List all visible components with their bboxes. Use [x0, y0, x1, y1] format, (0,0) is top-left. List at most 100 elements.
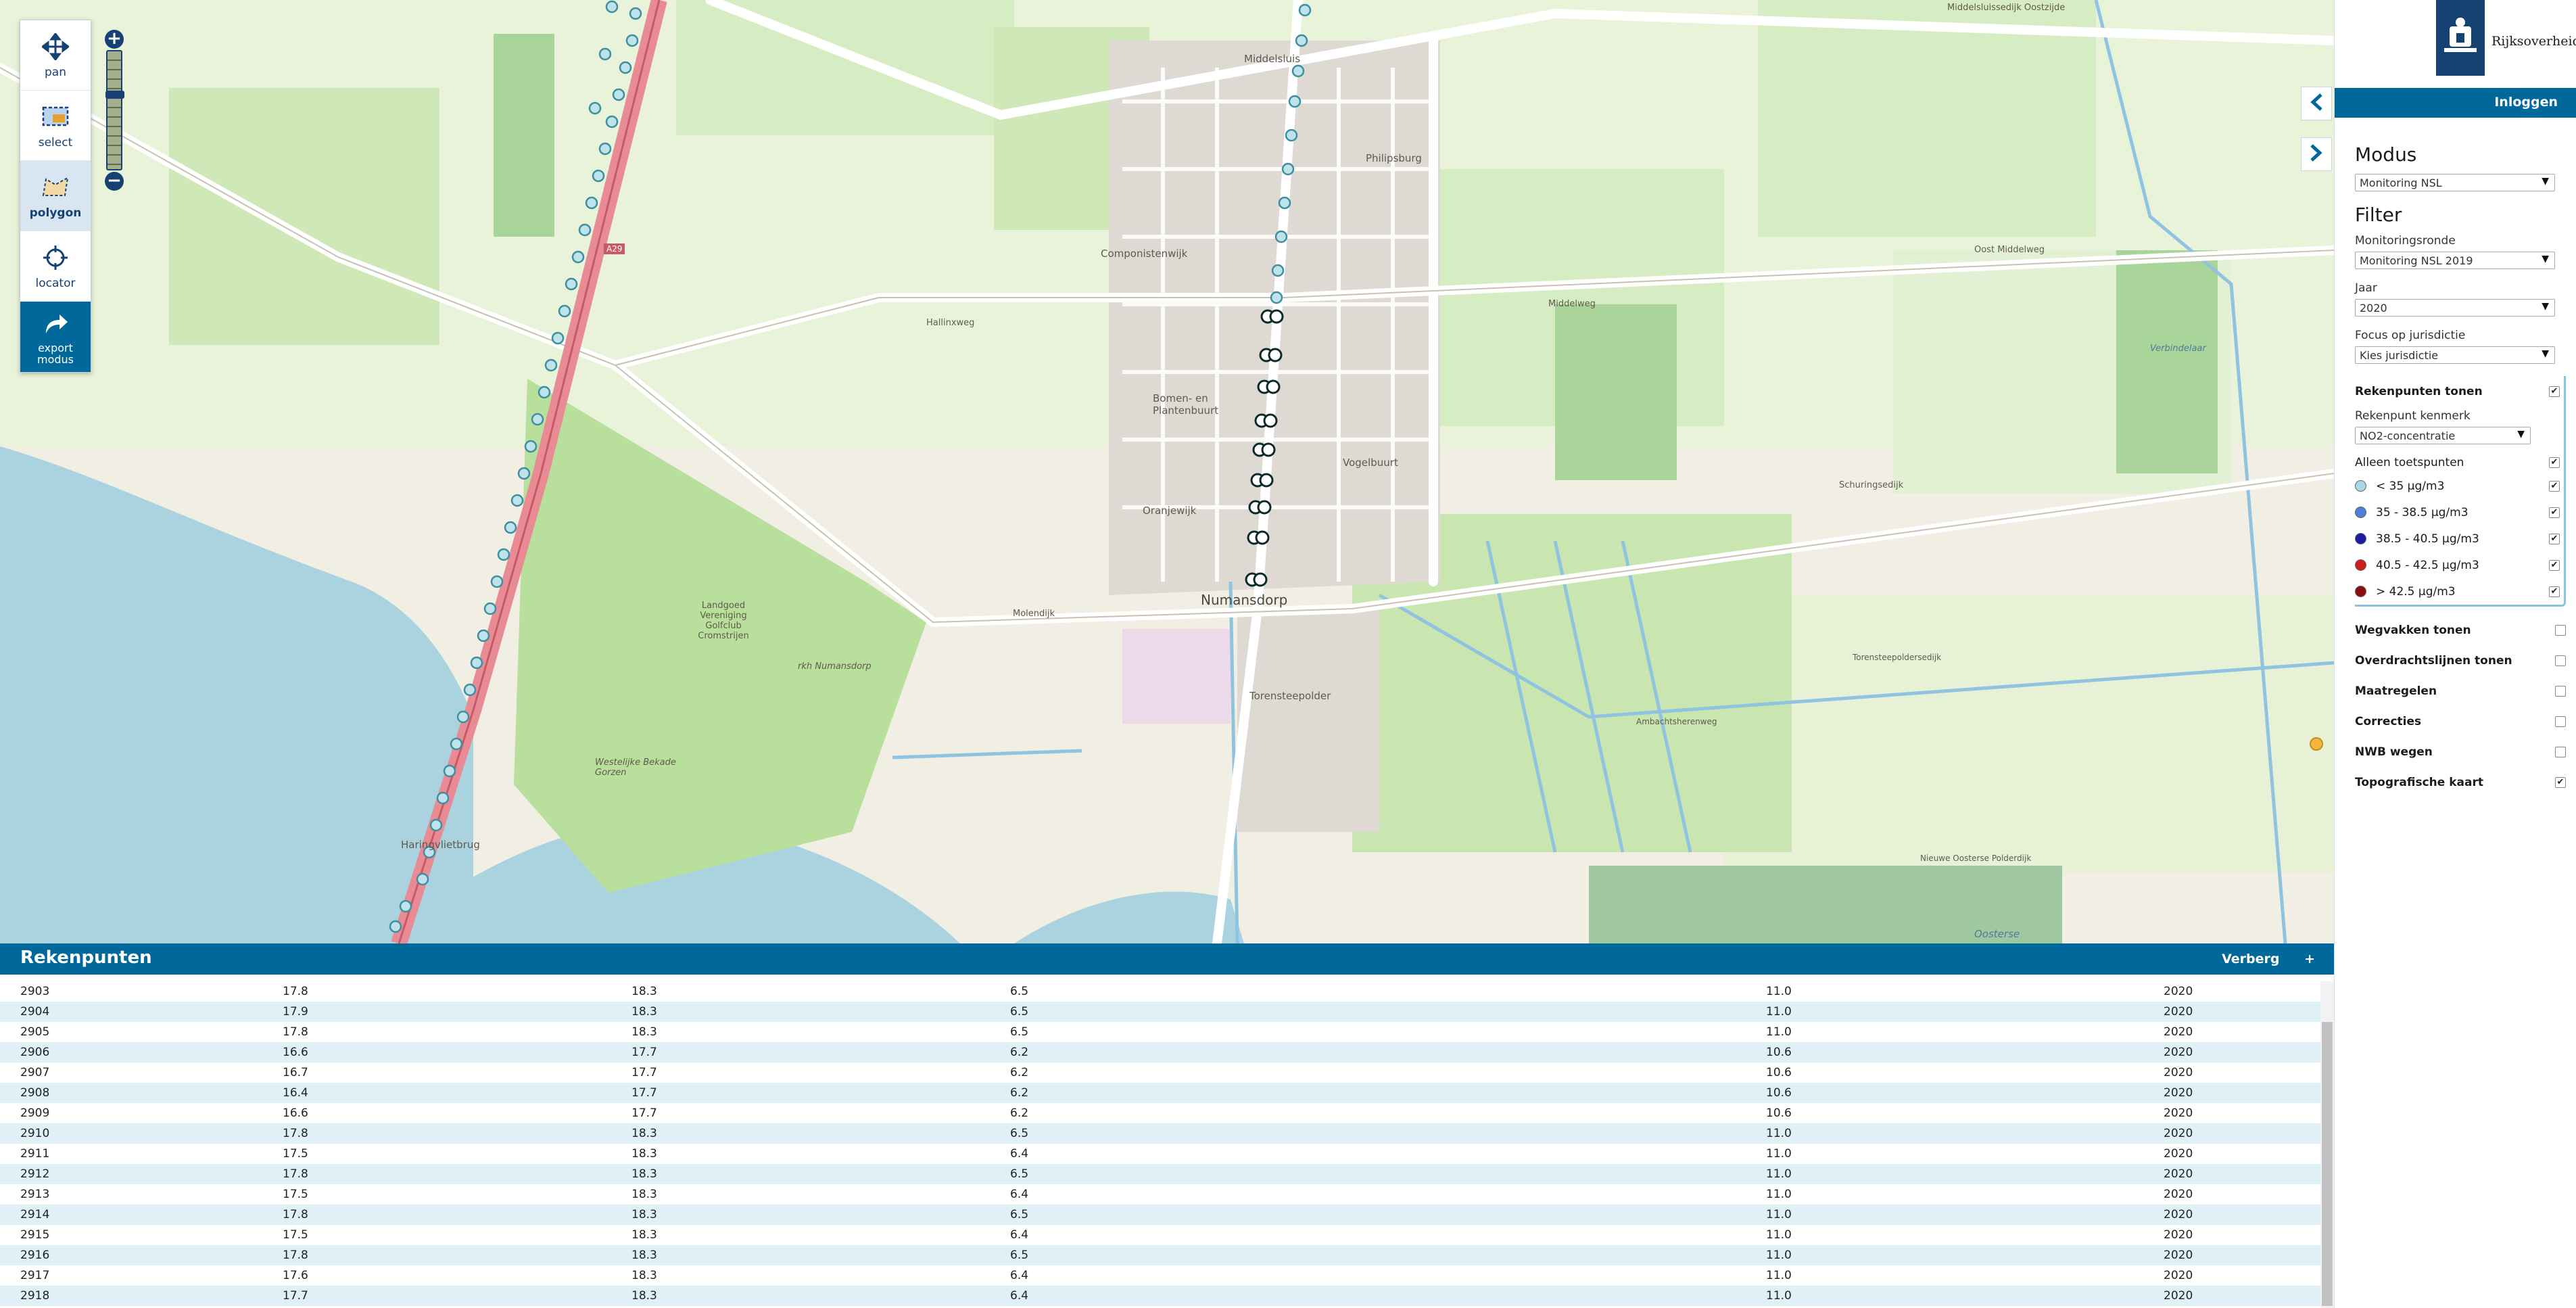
- table-cell: 6.4: [1010, 1228, 1029, 1242]
- focus-select[interactable]: Kies jurisdictie ▼: [2355, 346, 2555, 364]
- layer-row: Topografische kaart ✔: [2355, 767, 2566, 797]
- layer-checkbox[interactable]: [2555, 746, 2566, 757]
- layer-label: Wegvakken tonen: [2355, 623, 2471, 637]
- table-row[interactable]: 2903 17.8 18.3 6.5 11.0 2020: [0, 981, 2320, 1002]
- table-row[interactable]: 2906 16.6 17.7 6.2 10.6 2020: [0, 1042, 2320, 1062]
- side-panel: Rijksoverheid Inloggen Modus Monitoring …: [2301, 0, 2576, 1308]
- map-canvas[interactable]: Numansdorp Componistenwijk Bomen- en Pla…: [0, 0, 2334, 943]
- table-cell: 17.7: [631, 1046, 657, 1059]
- table-cell: 17.8: [283, 1167, 308, 1181]
- table-cell: 17.5: [283, 1228, 308, 1242]
- table-cell: 16.6: [283, 1106, 308, 1120]
- table-cell: 17.8: [283, 985, 308, 998]
- table-row[interactable]: 2918 17.7 18.3 6.4 11.0 2020: [0, 1286, 2320, 1306]
- table-cell: 16.7: [283, 1066, 308, 1079]
- legend-checkbox[interactable]: ✔: [2549, 507, 2560, 518]
- table-row[interactable]: 2916 17.8 18.3 6.5 11.0 2020: [0, 1245, 2320, 1265]
- hide-table-button[interactable]: Verberg: [2222, 952, 2279, 966]
- table-cell: 6.4: [1010, 1289, 1029, 1303]
- expand-table-button[interactable]: +: [2304, 952, 2315, 966]
- layer-row: Maatregelen: [2355, 676, 2566, 706]
- monitoringsronde-select[interactable]: Monitoring NSL 2019 ▼: [2355, 252, 2555, 269]
- table-row[interactable]: 2913 17.5 18.3 6.4 11.0 2020: [0, 1184, 2320, 1205]
- table-row[interactable]: 2911 17.5 18.3 6.4 11.0 2020: [0, 1144, 2320, 1164]
- layer-row: NWB wegen: [2355, 737, 2566, 767]
- table-row[interactable]: 2908 16.4 17.7 6.2 10.6 2020: [0, 1083, 2320, 1103]
- legend-checkbox[interactable]: ✔: [2549, 533, 2560, 544]
- dropdown-arrow-icon: ▼: [2542, 254, 2549, 264]
- table-row[interactable]: 2917 17.6 18.3 6.4 11.0 2020: [0, 1265, 2320, 1286]
- map-label-molendijk: Molendijk: [1013, 609, 1055, 619]
- table-cell: 10.6: [1766, 1106, 1792, 1120]
- jaar-select[interactable]: 2020 ▼: [2355, 299, 2555, 317]
- legend-swatch: [2355, 507, 2366, 518]
- jaar-value: 2020: [2360, 302, 2387, 314]
- legend-row: > 42.5 µg/m3 ✔: [2355, 578, 2560, 605]
- collapse-panel-button[interactable]: [2301, 87, 2332, 120]
- legend-checkbox[interactable]: ✔: [2549, 586, 2560, 597]
- table-cell: 11.0: [1766, 1188, 1792, 1201]
- layer-checkbox[interactable]: [2555, 716, 2566, 727]
- table-cell: 2020: [2164, 1005, 2193, 1019]
- table-row[interactable]: 2910 17.8 18.3 6.5 11.0 2020: [0, 1123, 2320, 1144]
- table-scrollbar[interactable]: [2320, 981, 2334, 1308]
- pan-tool[interactable]: pan: [20, 20, 91, 91]
- table-cell: 2905: [20, 1025, 50, 1039]
- table-cell: 2910: [20, 1127, 50, 1140]
- table-cell: 2915: [20, 1228, 50, 1242]
- focus-value: Kies jurisdictie: [2360, 349, 2439, 362]
- legend-swatch: [2355, 480, 2366, 492]
- map-label-westelijke: Westelijke Bekade Gorzen: [595, 757, 676, 778]
- table-header-actions: Verberg +: [2201, 952, 2315, 966]
- panel-body: Modus Monitoring NSL ▼ Filter Monitorings…: [2355, 143, 2566, 797]
- map-label-middelsluissedijk: Middelsluissedijk Oostzijde: [1947, 3, 2066, 13]
- layer-label: NWB wegen: [2355, 745, 2433, 759]
- table-cell: 18.3: [631, 1269, 657, 1282]
- chevron-right-icon: [2309, 143, 2324, 165]
- table-row[interactable]: 2914 17.8 18.3 6.5 11.0 2020: [0, 1205, 2320, 1225]
- table-cell: 11.0: [1766, 1269, 1792, 1282]
- table-cell: 6.5: [1010, 1167, 1029, 1181]
- legend-label: 35 - 38.5 µg/m3: [2376, 505, 2468, 519]
- login-button[interactable]: Inloggen: [2335, 88, 2576, 118]
- expand-panel-button[interactable]: [2301, 137, 2332, 171]
- layer-checkbox[interactable]: [2555, 624, 2566, 636]
- table-cell: 17.8: [283, 1208, 308, 1221]
- chevron-left-icon: [2309, 93, 2324, 114]
- map-label-hallinxweg: Hallinxweg: [926, 318, 975, 328]
- layer-checkbox[interactable]: [2555, 685, 2566, 697]
- zoom-handle[interactable]: [105, 91, 124, 99]
- table-row[interactable]: 2915 17.5 18.3 6.4 11.0 2020: [0, 1225, 2320, 1245]
- table-row[interactable]: 2907 16.7 17.7 6.2 10.6 2020: [0, 1062, 2320, 1083]
- layer-checkbox[interactable]: ✔: [2555, 776, 2566, 788]
- table-title: Rekenpunten: [20, 948, 152, 968]
- layer-checkbox[interactable]: [2555, 655, 2566, 666]
- table-cell: 2020: [2164, 1106, 2193, 1120]
- table-cell: 18.3: [631, 1289, 657, 1303]
- kenmerk-select[interactable]: NO2-concentratie ▼: [2355, 427, 2531, 444]
- header-logo-area: Rijksoverheid: [2335, 0, 2576, 88]
- alleen-toetspunten-checkbox[interactable]: ✔: [2549, 457, 2560, 468]
- table-cell: 17.8: [283, 1025, 308, 1039]
- layer-row: Correcties: [2355, 706, 2566, 737]
- table-cell: 18.3: [631, 1188, 657, 1201]
- polygon-tool[interactable]: polygon: [20, 161, 91, 231]
- table-row[interactable]: 2905 17.8 18.3 6.5 11.0 2020: [0, 1022, 2320, 1042]
- table-row[interactable]: 2909 16.6 17.7 6.2 10.6 2020: [0, 1103, 2320, 1123]
- legend-checkbox[interactable]: ✔: [2549, 480, 2560, 492]
- table-row[interactable]: 2912 17.8 18.3 6.5 11.0 2020: [0, 1164, 2320, 1184]
- zoom-track[interactable]: [105, 50, 124, 170]
- legend-checkbox[interactable]: ✔: [2549, 559, 2560, 571]
- scrollbar-thumb[interactable]: [2322, 1022, 2333, 1306]
- locator-tool[interactable]: locator: [20, 231, 91, 302]
- zoom-out-button[interactable]: −: [105, 172, 124, 191]
- table-cell: 2907: [20, 1066, 50, 1079]
- select-tool[interactable]: select: [20, 91, 91, 161]
- table-row[interactable]: 2904 17.9 18.3 6.5 11.0 2020: [0, 1002, 2320, 1022]
- export-modus-button[interactable]: export modus: [20, 302, 91, 372]
- rekenpunten-tonen-checkbox[interactable]: ✔: [2549, 386, 2560, 397]
- zoom-in-button[interactable]: +: [105, 30, 124, 49]
- table-cell: 17.7: [631, 1106, 657, 1120]
- rijksoverheid-logo: [2436, 0, 2485, 76]
- modus-select[interactable]: Monitoring NSL ▼: [2355, 174, 2555, 191]
